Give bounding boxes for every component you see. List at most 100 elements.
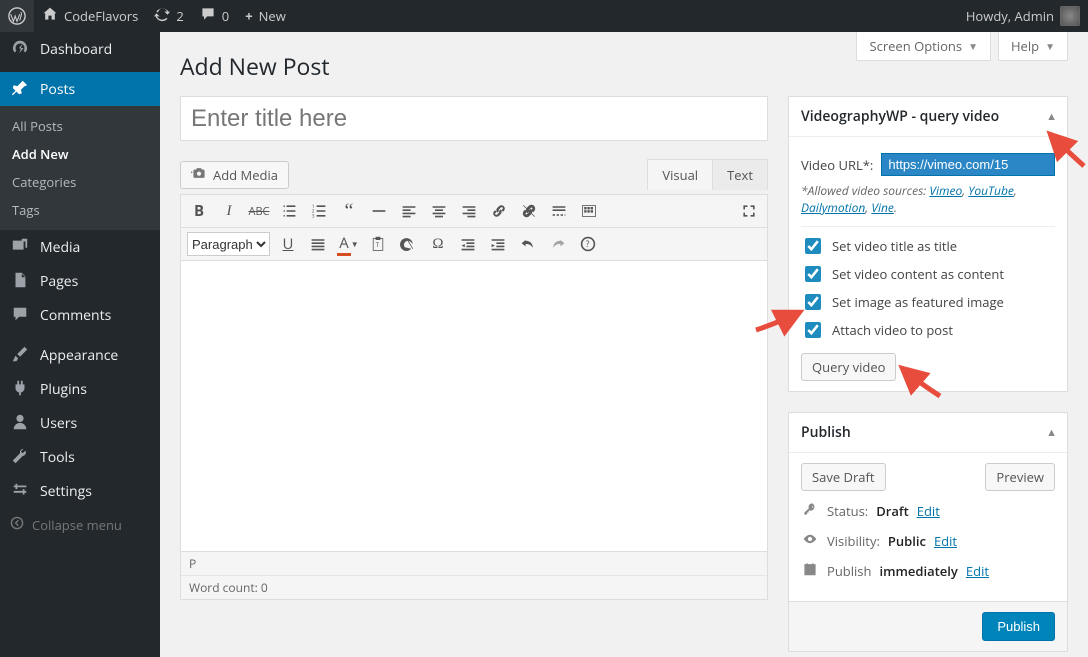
tab-visual[interactable]: Visual [648, 160, 713, 190]
submenu-tags[interactable]: Tags [0, 196, 160, 224]
format-select[interactable]: Paragraph [187, 232, 270, 256]
updates-count: 2 [176, 7, 183, 25]
media-icon [10, 237, 30, 258]
src-dailymotion[interactable]: Dailymotion [801, 199, 865, 216]
menu-plugins[interactable]: Plugins [0, 372, 160, 406]
hr-button[interactable] [367, 199, 391, 223]
screen-options-button[interactable]: Screen Options▼ [856, 32, 991, 61]
save-draft-button[interactable]: Save Draft [801, 463, 886, 491]
opt-attach-checkbox[interactable]: Attach video to post [801, 319, 1055, 341]
comment-icon [200, 6, 216, 26]
link-button[interactable] [487, 199, 511, 223]
collapse-menu[interactable]: Collapse menu [0, 508, 160, 542]
italic-button[interactable]: I [217, 199, 241, 223]
align-center-button[interactable] [427, 199, 451, 223]
unlink-button[interactable] [517, 199, 541, 223]
opt-image-checkbox[interactable]: Set image as featured image [801, 291, 1055, 313]
submenu-categories[interactable]: Categories [0, 168, 160, 196]
schedule-row: Publish immediately Edit [801, 561, 1055, 581]
menu-media[interactable]: Media [0, 230, 160, 264]
src-vine[interactable]: Vine [871, 199, 894, 216]
refresh-icon [154, 6, 170, 26]
undo-button[interactable] [516, 232, 540, 256]
menu-tools[interactable]: Tools [0, 440, 160, 474]
special-char-button[interactable]: Ω [426, 232, 450, 256]
menu-appearance[interactable]: Appearance [0, 338, 160, 372]
howdy-text: Howdy, Admin [966, 7, 1054, 25]
submenu-add-new[interactable]: Add New [0, 140, 160, 168]
ol-button[interactable]: 123 [307, 199, 331, 223]
video-url-label: Video URL*: [801, 156, 873, 174]
align-right-button[interactable] [457, 199, 481, 223]
edit-schedule-link[interactable]: Edit [966, 562, 989, 580]
post-title-input[interactable] [180, 96, 768, 141]
publish-metabox: Publish ▲ Save Draft Preview Status: Dra… [788, 412, 1068, 652]
account-link[interactable]: Howdy, Admin [958, 0, 1088, 32]
ul-button[interactable] [277, 199, 301, 223]
new-label: New [259, 7, 286, 25]
menu-users[interactable]: Users [0, 406, 160, 440]
editor-body[interactable] [181, 261, 767, 551]
collapse-icon [10, 516, 24, 534]
video-url-input[interactable] [881, 153, 1055, 176]
publish-box-title[interactable]: Publish ▲ [789, 413, 1067, 453]
src-vimeo[interactable]: Vimeo [929, 182, 962, 199]
opt-title-checkbox[interactable]: Set video title as title [801, 235, 1055, 257]
add-media-button[interactable]: Add Media [180, 161, 289, 189]
camera-icon [191, 166, 207, 184]
align-left-button[interactable] [397, 199, 421, 223]
help-button[interactable]: Help▼ [998, 32, 1068, 61]
menu-settings[interactable]: Settings [0, 474, 160, 508]
site-link[interactable]: CodeFlavors [34, 0, 146, 32]
visibility-row: Visibility: Public Edit [801, 531, 1055, 551]
query-video-button[interactable]: Query video [801, 353, 896, 381]
svg-text:T: T [376, 240, 380, 249]
justify-button[interactable] [306, 232, 330, 256]
strike-button[interactable]: ABC [247, 199, 271, 223]
videography-box-title[interactable]: VideographyWP - query video ▲ [789, 97, 1067, 137]
underline-button[interactable]: U [276, 232, 300, 256]
edit-visibility-link[interactable]: Edit [934, 532, 957, 550]
help-icon[interactable]: ? [576, 232, 600, 256]
tab-text[interactable]: Text [713, 160, 767, 190]
wrench-icon [10, 447, 30, 468]
redo-button[interactable] [546, 232, 570, 256]
text-color-button[interactable]: A ▼ [336, 232, 360, 256]
toolbar-toggle-button[interactable] [577, 199, 601, 223]
menu-comments[interactable]: Comments [0, 298, 160, 332]
bold-button[interactable]: B [187, 199, 211, 223]
menu-label: Tools [40, 448, 75, 467]
submenu-posts: All Posts Add New Categories Tags [0, 106, 160, 230]
new-content-link[interactable]: + New [237, 0, 294, 32]
src-youtube[interactable]: YouTube [968, 182, 1014, 199]
clear-format-button[interactable] [396, 232, 420, 256]
menu-pages[interactable]: Pages [0, 264, 160, 298]
menu-posts[interactable]: Posts [0, 72, 160, 106]
sliders-icon [10, 481, 30, 502]
wp-logo[interactable] [0, 0, 34, 32]
content-editor: B I ABC 123 “ [180, 194, 768, 600]
opt-content-checkbox[interactable]: Set video content as content [801, 263, 1055, 285]
chevron-up-icon[interactable]: ▲ [1046, 109, 1057, 124]
chevron-up-icon[interactable]: ▲ [1046, 425, 1057, 440]
preview-button[interactable]: Preview [985, 463, 1055, 491]
submenu-all-posts[interactable]: All Posts [0, 112, 160, 140]
site-name: CodeFlavors [64, 7, 138, 25]
fullscreen-button[interactable] [737, 199, 761, 223]
updates-link[interactable]: 2 [146, 0, 191, 32]
outdent-button[interactable] [456, 232, 480, 256]
publish-button[interactable]: Publish [982, 612, 1055, 641]
more-button[interactable] [547, 199, 571, 223]
status-row: Status: Draft Edit [801, 501, 1055, 521]
svg-text:3: 3 [312, 214, 315, 220]
quote-button[interactable]: “ [337, 199, 361, 223]
key-icon [801, 501, 819, 521]
edit-status-link[interactable]: Edit [917, 502, 940, 520]
plus-icon: + [245, 7, 252, 25]
menu-label: Comments [40, 306, 111, 325]
menu-dashboard[interactable]: Dashboard [0, 32, 160, 66]
comments-link[interactable]: 0 [192, 0, 237, 32]
indent-button[interactable] [486, 232, 510, 256]
paste-text-button[interactable]: T [366, 232, 390, 256]
calendar-icon [801, 561, 819, 581]
